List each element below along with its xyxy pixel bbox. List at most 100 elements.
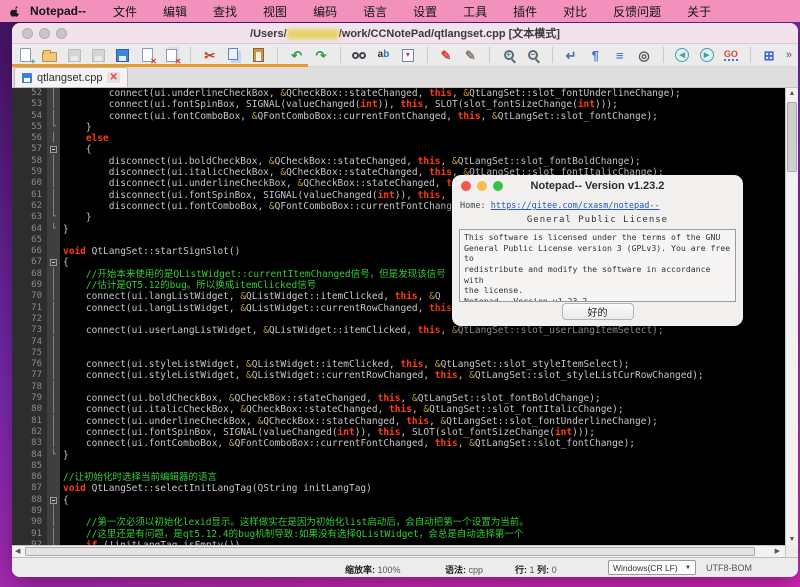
menu-item-8[interactable]: 插件: [500, 3, 550, 20]
code-line-82: 82│ connect(ui.fontSpinBox, SIGNAL(value…: [12, 427, 785, 438]
tab-label: qtlangset.cpp: [37, 72, 102, 84]
menu-bar: Notepad-- 文件编辑查找视图编码语言设置工具插件对比反馈问题关于: [0, 0, 800, 22]
home-link[interactable]: https://gitee.com/cxasm/notepad--: [491, 201, 660, 211]
code-line-75: 75│: [12, 348, 785, 359]
ok-button[interactable]: 好的: [562, 303, 634, 320]
eol-select[interactable]: Windows(CR LF)▼: [608, 560, 696, 575]
menu-item-0[interactable]: 文件: [100, 3, 150, 20]
zoom-out-icon[interactable]: −: [525, 46, 540, 64]
traffic-lights: [22, 28, 67, 39]
horizontal-scrollbar[interactable]: ◀ ▶: [12, 545, 785, 557]
code-line-87: 87void QtLangSet::selectInitLangTag(QStr…: [12, 483, 785, 494]
menu-app-name[interactable]: Notepad--: [30, 4, 86, 18]
window-title: /Users//work/CCNotePad/qtlangset.cpp [文本…: [12, 25, 798, 41]
bookmark-icon[interactable]: ▾: [400, 46, 415, 64]
code-line-78: 78│: [12, 382, 785, 393]
toolbar-separator: [750, 47, 751, 63]
dialog-close-icon[interactable]: [461, 181, 471, 191]
save-as-icon[interactable]: [115, 46, 130, 64]
code-line-53: 53│ connect(ui.fontSpinBox, SIGNAL(value…: [12, 99, 785, 110]
open-file-icon[interactable]: [42, 46, 57, 64]
dialog-traffic-lights: [461, 181, 503, 191]
menu-item-9[interactable]: 对比: [550, 3, 600, 20]
close-window-icon[interactable]: [22, 28, 33, 39]
find-icon[interactable]: [352, 46, 367, 64]
status-bar: 缩放率: 100% 语法: cpp 行: 1 列: 0 Windows(CR L…: [12, 557, 798, 577]
toolbar-overflow-icon[interactable]: »: [786, 49, 792, 61]
highlight-pen-icon[interactable]: ✎: [438, 46, 453, 64]
dialog-home-row: Home: https://gitee.com/cxasm/notepad--: [452, 197, 743, 211]
menu-item-5[interactable]: 语言: [350, 3, 400, 20]
zoom-in-icon[interactable]: +: [501, 46, 516, 64]
code-line-76: 76│ connect(ui.styleListWidget, &QListWi…: [12, 359, 785, 370]
zoom-window-icon[interactable]: [56, 28, 67, 39]
word-wrap-icon[interactable]: ↵: [563, 46, 578, 64]
vertical-scrollbar[interactable]: ▲ ▼: [785, 88, 798, 545]
save-all-icon[interactable]: [91, 46, 106, 64]
vertical-scroll-thumb[interactable]: [787, 102, 797, 172]
toolbar-separator: [489, 47, 490, 63]
scrollbar-corner: [785, 545, 798, 557]
toolbar-separator: [427, 47, 428, 63]
dialog-minimize-icon[interactable]: [477, 181, 487, 191]
menu-item-6[interactable]: 设置: [400, 3, 450, 20]
fold-marker-icon[interactable]: [50, 146, 57, 153]
close-all-icon[interactable]: ✕: [164, 46, 179, 64]
menu-item-1[interactable]: 编辑: [150, 3, 200, 20]
redo-icon[interactable]: ↷: [313, 46, 328, 64]
scroll-up-icon[interactable]: ▲: [786, 90, 798, 97]
code-line-85: 85: [12, 461, 785, 472]
menu-item-3[interactable]: 视图: [250, 3, 300, 20]
code-line-81: 81│ connect(ui.underlineCheckBox, &QChec…: [12, 416, 785, 427]
code-line-88: 88{: [12, 495, 785, 506]
replace-icon[interactable]: ab: [376, 46, 391, 64]
toolbar-separator: [277, 47, 278, 63]
window-titlebar[interactable]: /Users//work/CCNotePad/qtlangset.cpp [文本…: [12, 23, 798, 44]
save-icon[interactable]: [67, 46, 82, 64]
status-encoding: UTF8-BOM: [706, 563, 752, 573]
undo-icon[interactable]: ↶: [289, 46, 304, 64]
code-line-74: 74│: [12, 337, 785, 348]
clear-highlight-icon[interactable]: ✎: [463, 46, 478, 64]
tab-qtlangset[interactable]: qtlangset.cpp ✕: [14, 67, 128, 87]
horizontal-scroll-thumb[interactable]: [25, 547, 755, 556]
dialog-zoom-icon[interactable]: [493, 181, 503, 191]
scroll-left-icon[interactable]: ◀: [15, 547, 20, 555]
menu-item-2[interactable]: 查找: [200, 3, 250, 20]
close-file-icon[interactable]: ✕: [140, 46, 155, 64]
code-line-58: 58│ disconnect(ui.boldCheckBox, &QCheckB…: [12, 156, 785, 167]
dialog-title: Notepad-- Version v1.23.2: [531, 180, 665, 192]
scroll-right-icon[interactable]: ▶: [775, 547, 780, 555]
status-cursor-position: 行: 1 列: 0: [515, 563, 557, 576]
menu-item-7[interactable]: 工具: [450, 3, 500, 20]
fold-marker-icon[interactable]: [50, 497, 57, 504]
code-line-57: 57 {: [12, 144, 785, 155]
license-header: General Public License: [452, 211, 743, 225]
new-file-icon[interactable]: +: [18, 46, 33, 64]
scroll-down-icon[interactable]: ▼: [786, 536, 798, 543]
goto-icon[interactable]: GO: [723, 46, 738, 64]
compare-icon[interactable]: ⊞: [761, 46, 776, 64]
paste-icon[interactable]: [251, 46, 266, 64]
menu-item-4[interactable]: 编码: [300, 3, 350, 20]
minimize-window-icon[interactable]: [39, 28, 50, 39]
dialog-titlebar[interactable]: Notepad-- Version v1.23.2: [452, 175, 743, 197]
locate-icon[interactable]: ◎: [636, 46, 651, 64]
apple-menu-icon[interactable]: [0, 4, 30, 18]
tab-close-icon[interactable]: ✕: [107, 72, 119, 83]
indent-guide-icon[interactable]: ≡: [612, 46, 627, 64]
forward-icon[interactable]: ▶: [699, 46, 714, 64]
fold-marker-icon[interactable]: [50, 259, 57, 266]
toolbar-separator: [552, 47, 553, 63]
tab-save-icon: [22, 73, 32, 83]
cut-icon[interactable]: ✂: [202, 46, 217, 64]
menu-item-10[interactable]: 反馈问题: [600, 3, 674, 20]
show-symbols-icon[interactable]: ¶: [588, 46, 603, 64]
status-zoom: 缩放率: 100%: [345, 563, 401, 576]
menu-item-11[interactable]: 关于: [674, 3, 724, 20]
tab-bar: qtlangset.cpp ✕: [12, 67, 798, 88]
code-line-83: 83│ connect(ui.fontComboBox, &QFontCombo…: [12, 438, 785, 449]
copy-icon[interactable]: [226, 46, 241, 64]
back-icon[interactable]: ◀: [675, 46, 690, 64]
menu-items: 文件编辑查找视图编码语言设置工具插件对比反馈问题关于: [100, 3, 724, 20]
